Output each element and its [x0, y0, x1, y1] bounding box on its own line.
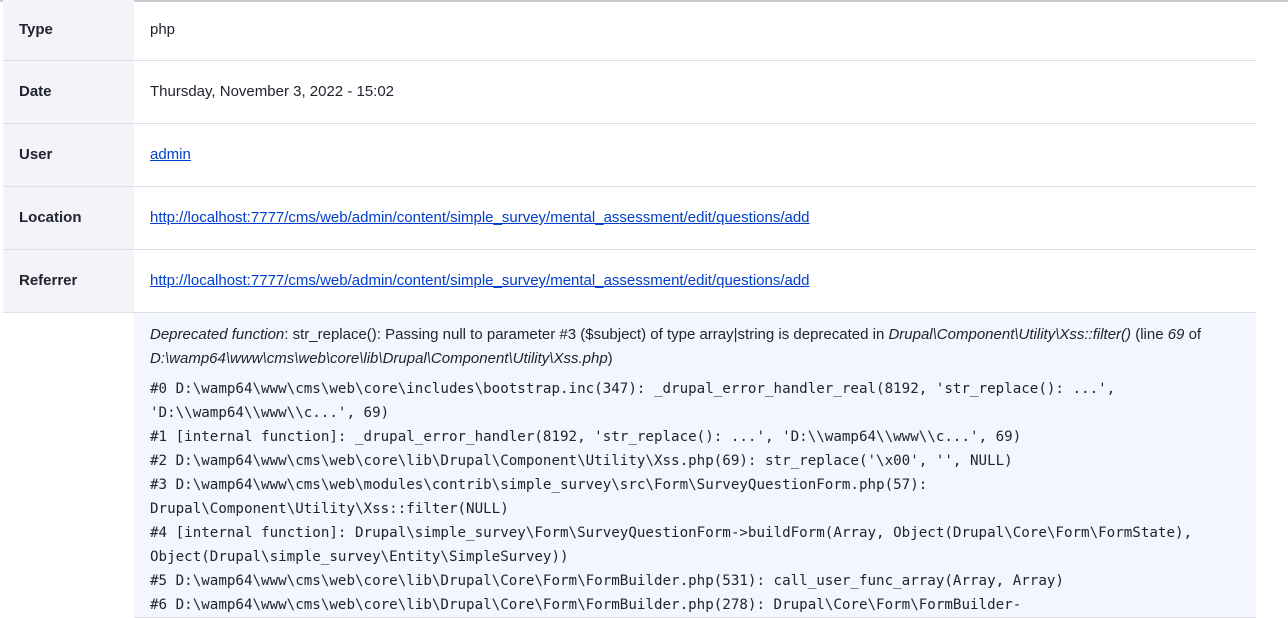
row-location: Location http://localhost:7777/cms/web/a…: [3, 186, 1256, 250]
trace-line: #2 D:\wamp64\www\cms\web\core\lib\Drupal…: [150, 452, 1013, 469]
user-label: User: [3, 123, 134, 187]
row-referrer: Referrer http://localhost:7777/cms/web/a…: [3, 249, 1256, 313]
trace-line: #0 D:\wamp64\www\cms\web\core\includes\b…: [150, 380, 1124, 421]
date-label: Date: [3, 60, 134, 124]
row-date: Date Thursday, November 3, 2022 - 15:02: [3, 60, 1256, 124]
trace-line: #4 [internal function]: Drupal\simple_su…: [150, 524, 1201, 565]
error-line: 69: [1167, 325, 1185, 343]
log-details-table: Type php Date Thursday, November 3, 2022…: [3, 0, 1256, 618]
trace-line: #5 D:\wamp64\www\cms\web\core\lib\Drupal…: [150, 572, 1064, 589]
date-value: Thursday, November 3, 2022 - 15:02: [134, 60, 1256, 124]
location-label: Location: [3, 186, 134, 250]
trace-line: #1 [internal function]: _drupal_error_ha…: [150, 428, 1022, 445]
error-file: D:\wamp64\www\cms\web\core\lib\Drupal\Co…: [150, 349, 608, 367]
message-label-cell: [3, 312, 134, 617]
row-message: Deprecated function: str_replace(): Pass…: [3, 312, 1256, 618]
row-type: Type php: [3, 0, 1256, 61]
error-function: Drupal\Component\Utility\Xss::filter(): [888, 325, 1132, 343]
trace-line: #3 D:\wamp64\www\cms\web\modules\contrib…: [150, 476, 936, 517]
user-link[interactable]: admin: [150, 146, 191, 163]
error-type: Deprecated function: [150, 325, 285, 343]
referrer-label: Referrer: [3, 249, 134, 313]
backtrace: #0 D:\wamp64\www\cms\web\core\includes\b…: [150, 377, 1236, 617]
trace-line: #6 D:\wamp64\www\cms\web\core\lib\Drupal…: [150, 596, 1022, 613]
error-message: Deprecated function: str_replace(): Pass…: [150, 325, 1202, 367]
type-label: Type: [3, 0, 134, 61]
location-link[interactable]: http://localhost:7777/cms/web/admin/cont…: [150, 209, 810, 226]
type-value: php: [134, 0, 1256, 61]
referrer-link[interactable]: http://localhost:7777/cms/web/admin/cont…: [150, 272, 810, 289]
message-cell: Deprecated function: str_replace(): Pass…: [134, 312, 1256, 618]
row-user: User admin: [3, 123, 1256, 187]
